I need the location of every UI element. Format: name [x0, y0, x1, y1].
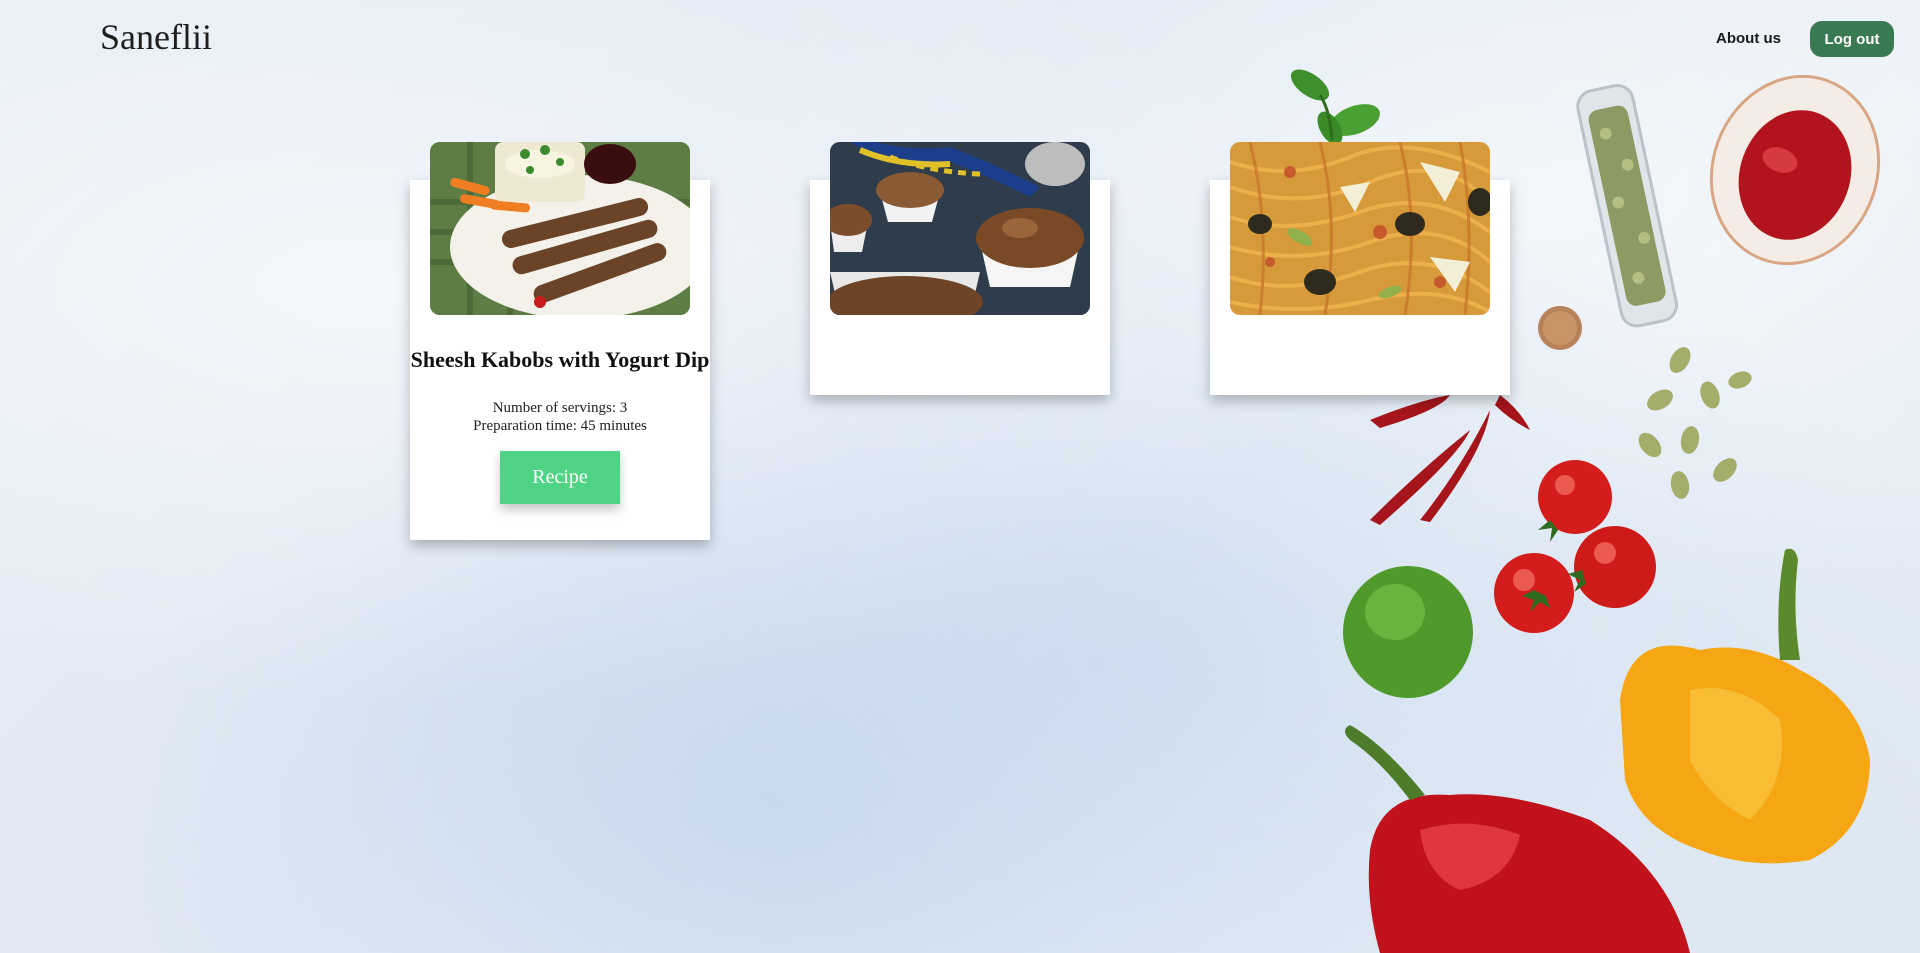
recipe-photo-pasta[interactable] — [1230, 142, 1490, 315]
recipe-button[interactable]: Recipe — [500, 451, 620, 504]
recipe-photo-kabobs[interactable] — [430, 142, 690, 315]
cherry-tomato-icon — [1494, 460, 1656, 633]
ketchup-bowl-icon — [1709, 74, 1881, 266]
red-pepper-icon — [1345, 725, 1690, 953]
dried-chili-icon — [1370, 395, 1530, 525]
logout-button[interactable]: Log out — [1810, 21, 1894, 57]
recipe-title: Sheesh Kabobs with Yogurt Dip — [410, 347, 710, 372]
recipe-prep-time: Preparation time: 45 minutes — [473, 418, 647, 434]
lime-icon — [1343, 566, 1473, 698]
top-navigation-bar: Saneflii About us Log out — [0, 0, 1920, 80]
yellow-pepper-icon — [1620, 548, 1870, 864]
recipe-servings: Number of servings: 3 — [492, 400, 628, 416]
seed-jar-icon — [1576, 84, 1678, 328]
recipe-photo-muffins[interactable] — [830, 142, 1090, 315]
about-us-link[interactable]: About us — [1716, 30, 1781, 47]
brand-logo[interactable]: Saneflii — [100, 16, 212, 58]
